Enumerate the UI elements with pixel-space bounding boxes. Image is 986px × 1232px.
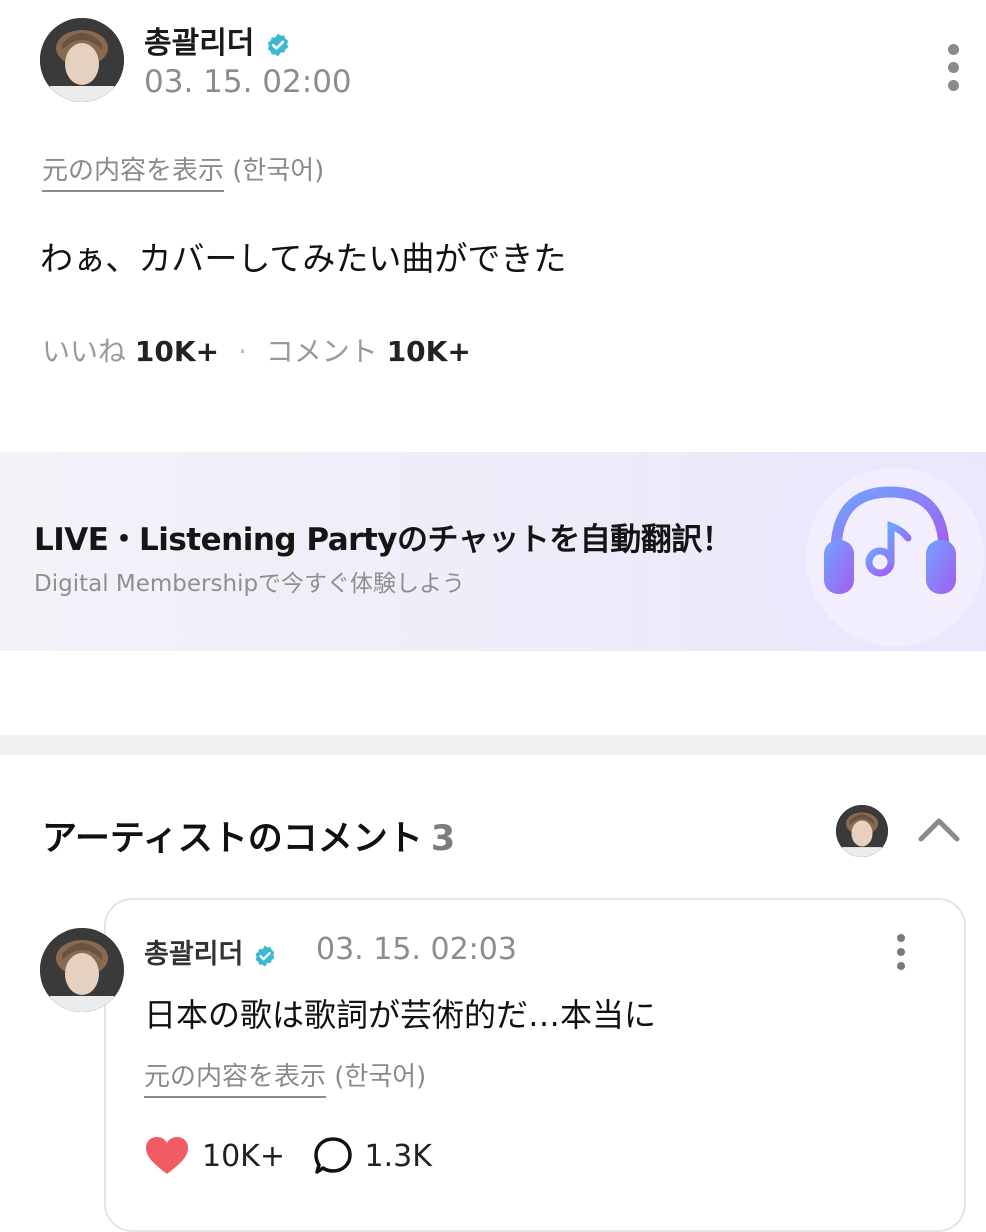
banner-subtitle: Digital Membershipで今すぐ体験しよう: [34, 571, 466, 597]
post-timestamp: 03. 15. 02:00: [144, 64, 352, 100]
show-original-link[interactable]: 元の内容を表示 (한국어): [42, 150, 325, 192]
comment-author-avatar[interactable]: [40, 928, 124, 1012]
chevron-up-icon[interactable]: [916, 814, 962, 844]
comment-reply-button[interactable]: 1.3K: [313, 1136, 432, 1176]
comment-stats: 10K+ 1.3K: [144, 1136, 450, 1180]
heart-icon: [146, 1137, 188, 1174]
comments-label[interactable]: コメント: [266, 335, 378, 368]
avatar-image: [836, 805, 888, 857]
headphones-music-icon: [824, 486, 956, 594]
comment-like-button[interactable]: 10K+: [144, 1136, 285, 1176]
show-original-text: 元の内容を表示: [144, 1062, 327, 1098]
banner-title: LIVE・Listening Partyのチャットを自動翻訳！: [34, 522, 733, 558]
likes-count: 10K+: [134, 335, 220, 368]
section-divider: [0, 735, 986, 755]
comment-author-name[interactable]: 총괄리더: [144, 932, 277, 971]
show-original-text: 元の内容を表示: [42, 156, 225, 192]
original-language: (한국어): [232, 156, 325, 186]
artist-comments-heading: アーティストのコメント 3: [42, 810, 455, 861]
avatar-image: [40, 18, 124, 102]
more-options-icon[interactable]: [938, 42, 970, 94]
post-author-name[interactable]: 총괄리더: [144, 18, 291, 62]
post-body-text: わぁ、カバーしてみたい曲ができた: [40, 239, 567, 278]
comment-body-text: 日本の歌は歌詞が芸術的だ…本当に: [144, 996, 657, 1034]
original-language: (한국어): [334, 1062, 427, 1092]
comment-timestamp: 03. 15. 02:03: [316, 932, 517, 967]
stats-separator: ·: [237, 335, 247, 368]
verified-badge-icon: [267, 33, 289, 56]
artist-avatar-small[interactable]: [836, 805, 888, 857]
speech-bubble-icon: [313, 1137, 352, 1174]
post-author-avatar[interactable]: [40, 18, 124, 102]
comments-count: 10K+: [386, 335, 471, 368]
comment-show-original-link[interactable]: 元の内容を表示 (한국어): [144, 1056, 427, 1098]
artist-comments-title: アーティストのコメント: [42, 819, 423, 859]
avatar-image: [40, 928, 124, 1012]
comment-likes-count: 10K+: [202, 1138, 285, 1174]
verified-badge-icon: [255, 945, 275, 966]
post-stats: いいね 10K+ · コメント 10K+: [42, 330, 471, 370]
artist-comments-count: 3: [430, 819, 456, 859]
comment-author-text: 총괄리더: [144, 939, 244, 970]
likes-label[interactable]: いいね: [42, 335, 126, 368]
author-name-text: 총괄리더: [144, 26, 255, 61]
comment-replies-count: 1.3K: [364, 1138, 432, 1174]
comment-more-options-icon[interactable]: [887, 932, 919, 972]
